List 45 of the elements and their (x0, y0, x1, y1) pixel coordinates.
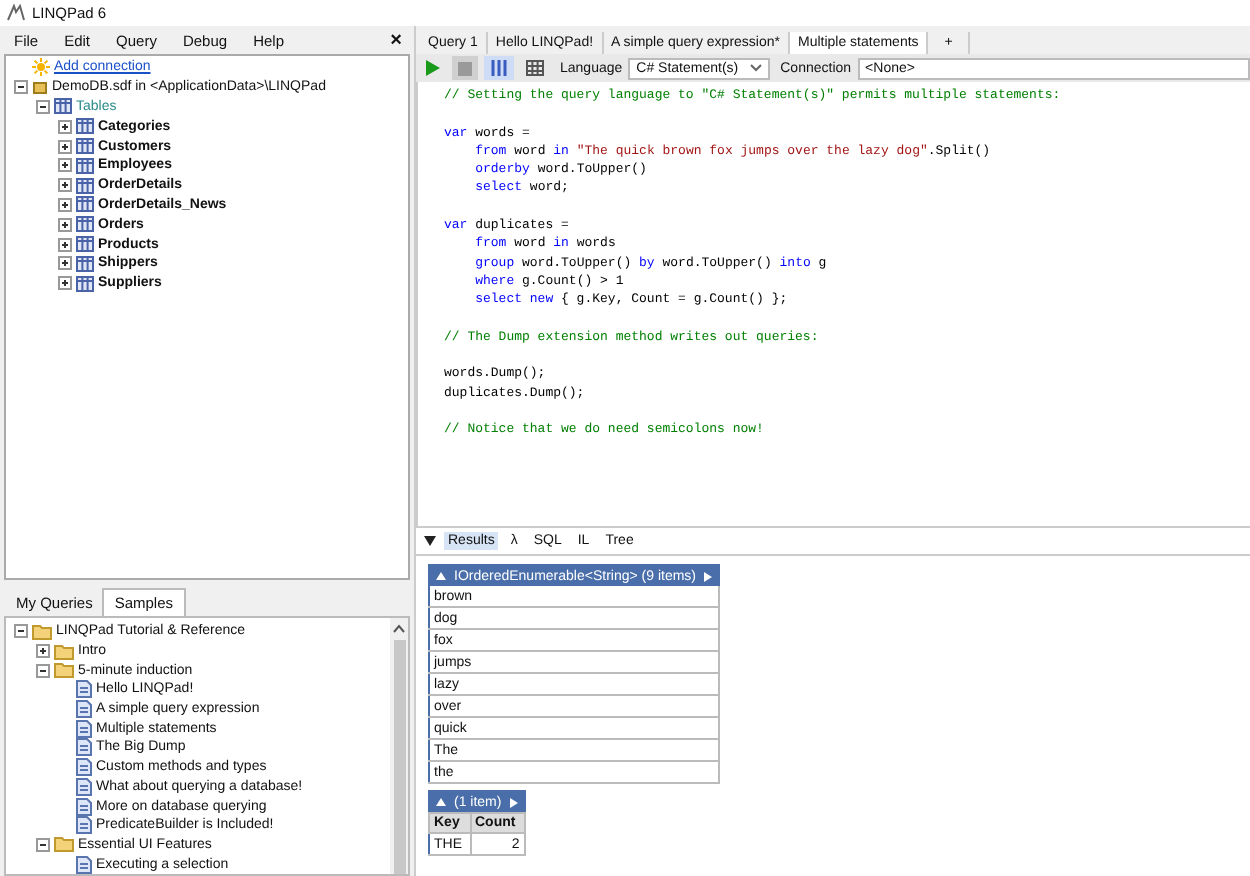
expander-icon[interactable] (58, 217, 72, 232)
stop-icon (458, 61, 472, 75)
expander-icon[interactable] (58, 119, 72, 134)
table-icon (76, 118, 94, 135)
table-icon (76, 275, 94, 292)
app-logo-icon (6, 4, 26, 22)
expander-icon[interactable] (36, 99, 50, 114)
expander-icon[interactable] (58, 237, 72, 252)
collapse-icon[interactable] (424, 536, 436, 546)
table-icon (76, 236, 94, 253)
expander-icon[interactable] (36, 663, 50, 678)
expander-icon[interactable] (58, 276, 72, 291)
folder-icon (54, 836, 74, 853)
database-icon (32, 79, 48, 96)
caret-icon (750, 64, 763, 72)
expander-icon[interactable] (36, 837, 50, 852)
expander-icon[interactable] (58, 178, 72, 193)
document-icon (76, 855, 92, 874)
expand-arrow-icon[interactable] (509, 797, 518, 807)
expander-icon[interactable] (58, 197, 72, 212)
scroll-up-icon[interactable] (392, 624, 406, 634)
table-icon (76, 157, 94, 174)
expander-icon[interactable] (36, 644, 50, 659)
rows-view-button[interactable] (484, 56, 514, 80)
table-icon (54, 98, 72, 115)
grid-icon (526, 60, 544, 76)
expander-icon[interactable] (14, 624, 28, 639)
grid-view-button[interactable] (520, 56, 550, 80)
table-icon (76, 196, 94, 213)
close-button[interactable]: × (390, 29, 402, 51)
expander-icon[interactable] (14, 80, 28, 95)
table-icon (76, 138, 94, 155)
expander-icon[interactable] (58, 158, 72, 173)
table-icon (76, 255, 94, 272)
expand-arrow-icon[interactable] (704, 571, 712, 581)
scrollbar[interactable] (390, 618, 408, 874)
columns-icon (490, 60, 508, 76)
play-icon (426, 60, 440, 76)
table-icon (76, 177, 94, 194)
collapse-arrow-icon[interactable] (436, 572, 446, 580)
expander-icon[interactable] (58, 256, 72, 271)
collapse-arrow-icon[interactable] (436, 798, 446, 806)
sun-icon (32, 58, 50, 77)
table-icon (76, 216, 94, 233)
expander-icon[interactable] (58, 139, 72, 154)
